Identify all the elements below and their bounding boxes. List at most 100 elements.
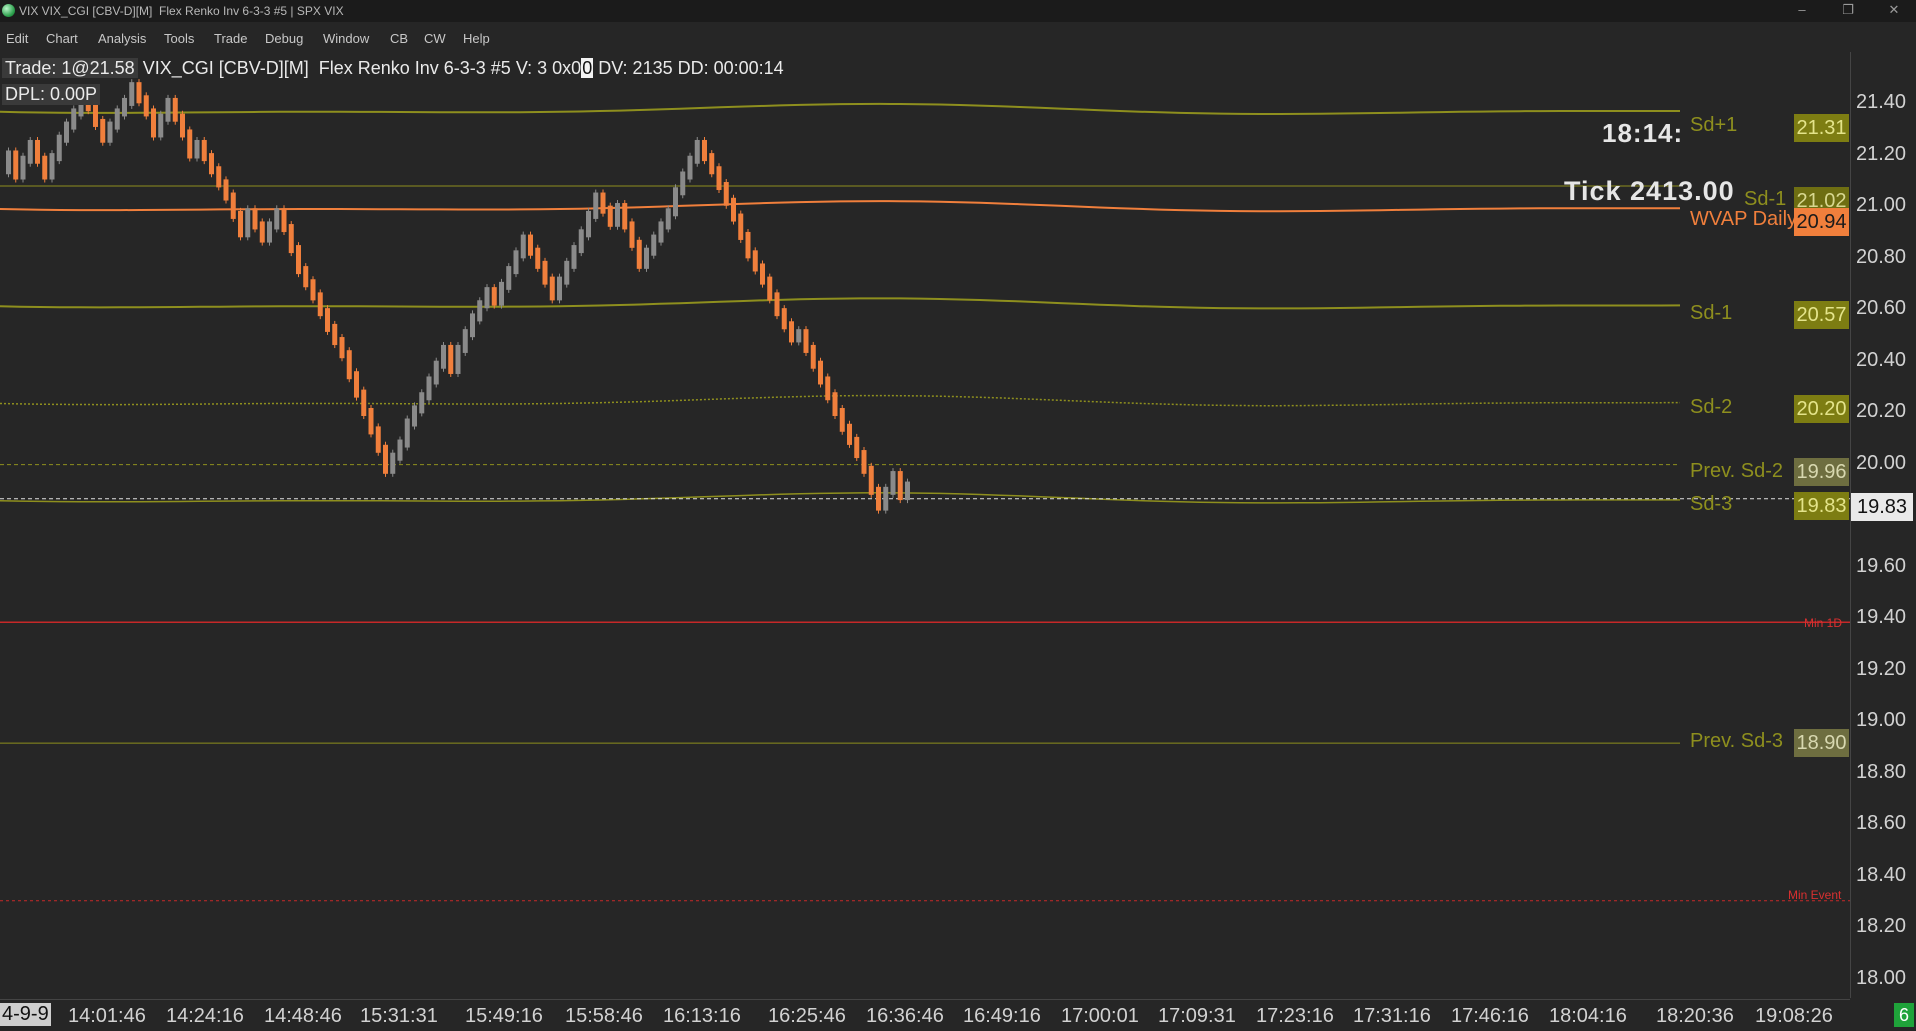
renko-brick-down [136, 82, 142, 104]
menu-window[interactable]: Window [323, 31, 369, 46]
renko-brick-down [839, 408, 845, 432]
renko-brick-down [760, 263, 765, 285]
y-tick: 20.20 [1856, 400, 1907, 422]
menu-analysis[interactable]: Analysis [98, 31, 146, 46]
x-tick: 15:49:16 [465, 1005, 543, 1027]
menu-trade[interactable]: Trade [214, 31, 247, 46]
y-tick: 18.80 [1856, 761, 1907, 783]
y-tick: 20.60 [1856, 297, 1907, 319]
renko-brick-down [281, 208, 287, 233]
renko-brick-up [564, 260, 570, 285]
renko-brick-down [223, 179, 229, 201]
renko-brick-down [180, 113, 185, 138]
clock-overlay: 18:14: [1602, 118, 1684, 148]
renko-brick-up [274, 208, 280, 230]
price-badge-prev-sd-minus3: 18.90 [1794, 729, 1849, 757]
renko-brick-down [702, 139, 707, 162]
band-line-sd-minus3 [0, 492, 1680, 504]
renko-brick-up [6, 150, 11, 175]
renko-brick-down [259, 221, 265, 243]
menu-bar: Edit Chart Analysis Tools Trade Debug Wi… [0, 26, 1916, 52]
renko-brick-down [897, 471, 903, 501]
renko-brick-down [354, 371, 359, 398]
menu-debug[interactable]: Debug [265, 31, 303, 46]
x-tick-partial: 4-9-9 [0, 1003, 51, 1026]
renko-brick-down [542, 260, 548, 285]
price-badge-prev-sd-minus2: 19.96 [1794, 458, 1849, 486]
renko-brick-down [825, 376, 831, 401]
renko-brick-down [151, 108, 156, 138]
band-line-sd-plus1 [0, 102, 1680, 115]
renko-brick-down [375, 426, 381, 453]
app-globe-icon [2, 4, 15, 17]
menu-help[interactable]: Help [463, 31, 490, 46]
band-line-sd-minus1 [0, 297, 1681, 310]
renko-brick-down [42, 155, 48, 180]
renko-brick-down [332, 323, 338, 346]
renko-brick-down [629, 221, 635, 248]
x-tick: 14:24:16 [166, 1005, 244, 1027]
menu-chart[interactable]: Chart [46, 31, 78, 46]
level-label-wvap: WVAP Daily [1690, 208, 1798, 230]
renko-brick-down [789, 321, 794, 343]
renko-brick-down [832, 392, 838, 417]
y-tick: 20.00 [1856, 452, 1907, 474]
y-tick: 20.80 [1856, 246, 1907, 268]
renko-brick-up [412, 405, 417, 427]
renko-brick-up [462, 329, 468, 353]
renko-brick-down [723, 182, 729, 206]
renko-brick-down [187, 129, 193, 159]
chart-description: VIX_CGI [CBV-D][M] Flex Renko Inv 6-3-3 … [137, 58, 582, 78]
renko-brick-up [658, 221, 664, 243]
wvap-daily-line [0, 200, 1680, 213]
renko-brick-down [252, 208, 258, 230]
menu-edit[interactable]: Edit [6, 31, 28, 46]
renko-brick-up [680, 171, 686, 196]
renko-brick-down [13, 150, 19, 180]
renko-brick-down [361, 389, 367, 417]
renko-brick-up [27, 139, 33, 164]
renko-brick-up [593, 192, 599, 219]
renko-brick-up [455, 344, 461, 374]
x-tick: 18:04:16 [1549, 1005, 1627, 1027]
renko-brick-up [615, 203, 620, 227]
renko-brick-down [317, 292, 323, 317]
renko-brick-down [491, 287, 497, 306]
x-tick: 16:25:46 [768, 1005, 846, 1027]
restore-icon[interactable]: ❐ [1830, 0, 1866, 22]
renko-brick-down [622, 203, 628, 230]
renko-brick-down [818, 360, 823, 385]
highlight-value: 0 [581, 58, 594, 78]
x-tick: 16:49:16 [963, 1005, 1041, 1027]
y-tick: 18.20 [1856, 915, 1907, 937]
renko-brick-down [346, 350, 352, 380]
renko-brick-down [238, 210, 243, 238]
renko-brick-down [607, 205, 613, 227]
x-tick: 17:31:16 [1353, 1005, 1431, 1027]
menu-cw[interactable]: CW [424, 31, 446, 46]
corner-status-badge[interactable]: 6 [1894, 1003, 1914, 1027]
renko-brick-down [209, 153, 214, 175]
trade-label: Trade: 1@21.58 [2, 58, 138, 78]
renko-brick-down [143, 95, 149, 117]
y-tick: 21.00 [1856, 194, 1907, 216]
menu-cb[interactable]: CB [390, 31, 408, 46]
tick-overlay: Tick 2413.00 [1564, 176, 1735, 206]
menu-tools[interactable]: Tools [164, 31, 194, 46]
y-tick: 19.00 [1856, 709, 1907, 731]
renko-brick-up [513, 250, 519, 275]
minimize-icon[interactable]: – [1784, 0, 1820, 22]
renko-brick-down [100, 118, 106, 143]
price-badge-wvap: 20.94 [1794, 208, 1849, 236]
renko-brick-up [129, 82, 135, 106]
renko-brick-up [796, 329, 802, 343]
price-badge-sd-minus1: 20.57 [1794, 301, 1849, 329]
renko-brick-up [426, 376, 432, 401]
renko-brick-down [847, 423, 852, 445]
renko-brick-down [448, 344, 454, 374]
renko-brick-down [303, 266, 309, 288]
renko-brick-down [93, 103, 98, 127]
y-tick: 19.40 [1856, 606, 1907, 628]
close-icon[interactable]: ✕ [1876, 0, 1912, 22]
renko-brick-up [165, 97, 171, 122]
